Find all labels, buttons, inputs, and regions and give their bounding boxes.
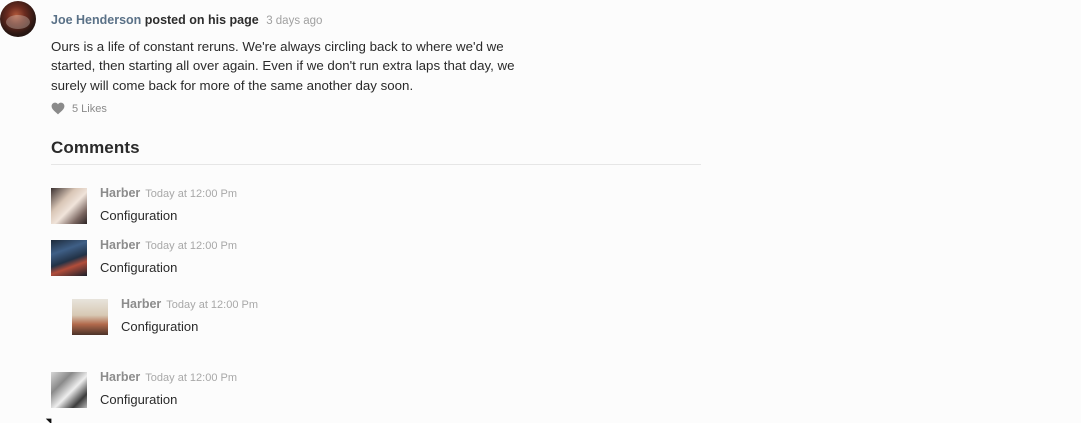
avatar-photo-detail bbox=[6, 15, 30, 29]
comment-timestamp: Today at 12:00 Pm bbox=[145, 188, 238, 200]
comment-header: Harber Today at 12:00 Pm bbox=[121, 297, 258, 311]
comments-divider bbox=[51, 164, 701, 165]
commenter-avatar[interactable] bbox=[51, 188, 87, 224]
comment-timestamp: Today at 12:00 Pm bbox=[145, 372, 238, 384]
comment-timestamp: Today at 12:00 Pm bbox=[166, 299, 259, 311]
post-page: Joe Henderson posted on his page 3 days … bbox=[0, 0, 1081, 423]
post-body: Ours is a life of constant reruns. We're… bbox=[51, 39, 515, 93]
post-timestamp: 3 days ago bbox=[266, 15, 323, 27]
commenter-avatar[interactable] bbox=[51, 240, 87, 276]
post-action-text: posted on his page bbox=[144, 13, 259, 27]
commenter-name[interactable]: Harber bbox=[100, 370, 140, 384]
heart-icon bbox=[51, 102, 65, 115]
comment-header: Harber Today at 12:00 Pm bbox=[100, 370, 237, 384]
commenter-avatar[interactable] bbox=[72, 299, 108, 335]
mouse-cursor-icon bbox=[45, 415, 55, 423]
post-author-avatar[interactable] bbox=[0, 1, 36, 37]
commenter-name[interactable]: Harber bbox=[100, 186, 140, 200]
commenter-avatar[interactable] bbox=[51, 372, 87, 408]
post-author-link[interactable]: Joe Henderson bbox=[51, 13, 141, 27]
commenter-name[interactable]: Harber bbox=[121, 297, 161, 311]
post-header: Joe Henderson posted on his page 3 days … bbox=[51, 12, 322, 29]
comment-header: Harber Today at 12:00 Pm bbox=[100, 238, 237, 252]
like-button[interactable]: 5 Likes bbox=[51, 102, 107, 115]
likes-count: 5 Likes bbox=[72, 102, 107, 115]
comment-text: Configuration bbox=[100, 260, 178, 275]
comment-text: Configuration bbox=[121, 319, 199, 334]
comments-heading: Comments bbox=[51, 138, 140, 157]
comment-timestamp: Today at 12:00 Pm bbox=[145, 240, 238, 252]
commenter-name[interactable]: Harber bbox=[100, 238, 140, 252]
comment-header: Harber Today at 12:00 Pm bbox=[100, 186, 237, 200]
comment-text: Configuration bbox=[100, 208, 178, 223]
comment-text: Configuration bbox=[100, 392, 178, 407]
